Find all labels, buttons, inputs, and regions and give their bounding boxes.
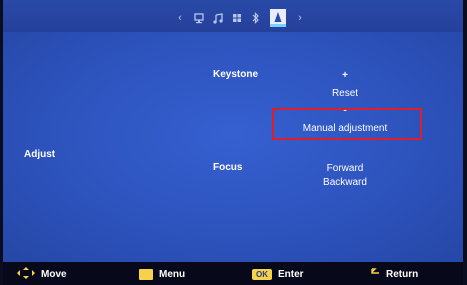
menu-key-icon (139, 268, 153, 280)
ok-key-icon: OK (252, 268, 272, 280)
return-arrow-icon (371, 268, 380, 280)
keystone-reset-option[interactable]: Reset (319, 88, 371, 99)
menu-tabs: ‹ › (175, 9, 305, 27)
focus-label: Focus (213, 162, 243, 173)
section-label-adjust: Adjust (24, 149, 56, 160)
right-arrow-icon[interactable]: › (295, 12, 305, 24)
monitor-icon[interactable] (194, 12, 204, 24)
focus-backward-option[interactable]: Backward (313, 177, 377, 188)
selection-highlight (272, 108, 422, 140)
left-arrow-icon[interactable]: ‹ (175, 12, 185, 24)
adjust-panel: Adjust Keystone + Reset - Manual adjustm… (3, 32, 463, 262)
menu-label: Menu (159, 268, 186, 280)
grid-icon[interactable] (232, 12, 242, 24)
focus-forward-option[interactable]: Forward (313, 163, 377, 174)
enter-label: Enter (278, 268, 304, 280)
keystone-plus-button[interactable]: + (339, 70, 351, 81)
projector-screen: ‹ › Adjust Keystone + Reset - Manual adj… (0, 0, 467, 285)
projector-icon (273, 11, 283, 24)
menu-hint: Menu (139, 267, 185, 281)
return-label: Return (386, 268, 419, 280)
top-menu-bar: ‹ › (3, 0, 463, 32)
enter-hint: OK Enter (252, 267, 304, 281)
keystone-label: Keystone (213, 69, 259, 80)
move-hint: Move (17, 266, 67, 282)
move-label: Move (41, 268, 67, 280)
projector-settings-tab[interactable] (270, 9, 286, 27)
dpad-icon (17, 266, 35, 282)
footer-hint-bar: Move Menu OK Enter Return (3, 262, 463, 285)
music-note-icon[interactable] (213, 12, 223, 24)
return-hint: Return (371, 267, 418, 281)
bluetooth-icon[interactable] (251, 12, 261, 24)
